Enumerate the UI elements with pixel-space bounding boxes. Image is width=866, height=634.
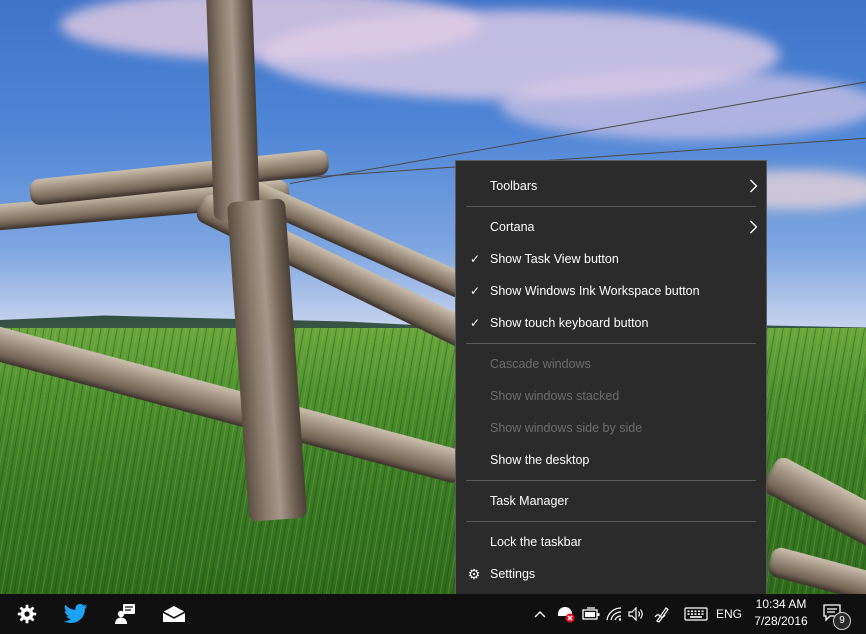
touch-keyboard-button[interactable] bbox=[682, 604, 710, 624]
taskbar-context-menu: Toolbars Cortana ✓ Show Task View button ✓ Sh… bbox=[455, 160, 767, 597]
twitter-bird-icon bbox=[64, 604, 88, 623]
battery-icon bbox=[582, 607, 600, 620]
checkmark-icon: ✓ bbox=[469, 316, 481, 330]
menu-item-lock-the-taskbar[interactable]: Lock the taskbar bbox=[456, 526, 766, 558]
menu-item-label: Show touch keyboard button bbox=[490, 316, 649, 330]
menu-item-label: Toolbars bbox=[490, 179, 538, 193]
menu-item-show-windows-side-by-side: Show windows side by side bbox=[456, 412, 766, 444]
menu-item-label: Show Windows Ink Workspace button bbox=[490, 284, 700, 298]
menu-item-label: Cortana bbox=[490, 220, 535, 234]
menu-separator bbox=[466, 343, 756, 344]
menu-item-show-task-view-button[interactable]: ✓ Show Task View button bbox=[456, 243, 766, 275]
clock-time: 10:34 AM bbox=[755, 597, 807, 611]
menu-item-label: Show Task View button bbox=[490, 252, 619, 266]
menu-separator bbox=[466, 206, 756, 207]
mail-envelope-icon bbox=[162, 606, 186, 622]
show-hidden-icons-button[interactable] bbox=[531, 604, 549, 624]
menu-separator bbox=[466, 480, 756, 481]
menu-item-cortana[interactable]: Cortana bbox=[456, 211, 766, 243]
fence-post bbox=[206, 0, 260, 221]
wallpaper-cloud bbox=[500, 70, 866, 140]
checkmark-icon: ✓ bbox=[469, 252, 481, 266]
menu-item-label: Settings bbox=[490, 567, 536, 581]
menu-item-task-manager[interactable]: Task Manager bbox=[456, 485, 766, 517]
settings-gear-icon bbox=[17, 604, 37, 624]
settings-app-button[interactable] bbox=[3, 594, 51, 634]
mail-app-button[interactable] bbox=[150, 594, 198, 634]
windows-ink-pen-icon bbox=[654, 607, 669, 623]
security-alert-icon bbox=[558, 607, 575, 623]
gear-icon: ⚙ bbox=[467, 566, 481, 582]
menu-item-settings[interactable]: ⚙ Settings bbox=[456, 558, 766, 590]
menu-item-label: Task Manager bbox=[490, 494, 569, 508]
menu-separator bbox=[466, 521, 756, 522]
input-language-indicator[interactable]: ENG bbox=[716, 594, 742, 634]
menu-item-show-the-desktop[interactable]: Show the desktop bbox=[456, 444, 766, 476]
menu-item-show-windows-ink-workspace-button[interactable]: ✓ Show Windows Ink Workspace button bbox=[456, 275, 766, 307]
touch-keyboard-icon bbox=[684, 607, 708, 621]
menu-item-label: Lock the taskbar bbox=[490, 535, 582, 549]
taskbar[interactable]: ENG 10:34 AM 7/28/2016 bbox=[0, 594, 866, 634]
menu-item-show-windows-stacked: Show windows stacked bbox=[456, 380, 766, 412]
wifi-icon bbox=[606, 607, 622, 621]
people-contacts-icon bbox=[115, 604, 135, 624]
submenu-chevron-right-icon bbox=[750, 179, 758, 193]
menu-item-label: Show windows side by side bbox=[490, 421, 643, 435]
people-app-button[interactable] bbox=[101, 594, 149, 634]
checkmark-icon: ✓ bbox=[469, 284, 481, 298]
clock-date: 7/28/2016 bbox=[754, 614, 808, 628]
volume-icon bbox=[628, 607, 643, 621]
menu-item-label: Show the desktop bbox=[490, 453, 590, 467]
menu-item-label: Cascade windows bbox=[490, 357, 591, 371]
notification-count-badge: 9 bbox=[833, 612, 851, 630]
network-tray-button[interactable] bbox=[604, 604, 624, 624]
battery-tray-button[interactable] bbox=[580, 604, 602, 624]
chevron-up-icon bbox=[534, 611, 546, 618]
menu-item-toolbars[interactable]: Toolbars bbox=[456, 170, 766, 202]
clock[interactable]: 10:34 AM 7/28/2016 bbox=[748, 596, 814, 630]
submenu-chevron-right-icon bbox=[750, 220, 758, 234]
windows-ink-workspace-button[interactable] bbox=[652, 604, 676, 624]
twitter-app-button[interactable] bbox=[52, 594, 100, 634]
menu-item-cascade-windows: Cascade windows bbox=[456, 348, 766, 380]
menu-item-show-touch-keyboard-button[interactable]: ✓ Show touch keyboard button bbox=[456, 307, 766, 339]
volume-tray-button[interactable] bbox=[627, 604, 647, 624]
menu-item-label: Show windows stacked bbox=[490, 389, 620, 403]
security-tray-button[interactable] bbox=[555, 604, 577, 624]
